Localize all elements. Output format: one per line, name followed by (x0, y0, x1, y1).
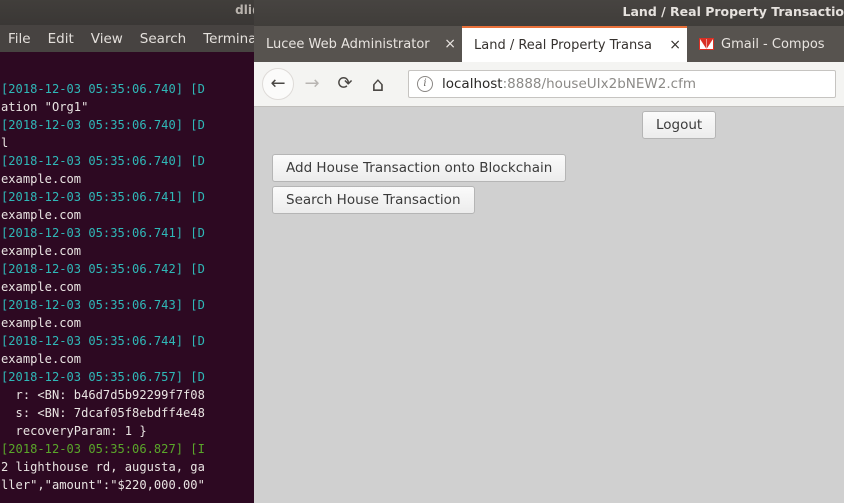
terminal-log-line: [2018-12-03 05:35:06.740] [D (1, 82, 205, 96)
address-bar[interactable]: i localhost:8888/houseUIx2bNEW2.cfm (408, 70, 836, 98)
add-house-transaction-button[interactable]: Add House Transaction onto Blockchain (272, 154, 567, 182)
forward-arrow-icon: → (304, 73, 320, 94)
terminal-log-line: [2018-12-03 05:35:06.744] [D (1, 334, 205, 348)
terminal-log-line: [2018-12-03 05:35:06.740] [D (1, 154, 205, 168)
browser-titlebar[interactable]: Land / Real Property Transactio (254, 0, 844, 27)
back-button[interactable]: ← (262, 68, 294, 100)
terminal-log-line: example.com (1, 244, 82, 258)
terminal-log-line: ation "Org1" (1, 100, 89, 114)
tab-lucee-web-administrator[interactable]: Lucee Web Administrator × (254, 26, 462, 62)
browser-tabstrip: Lucee Web Administrator × Land / Real Pr… (254, 26, 844, 62)
terminal-log-line: recoveryParam: 1 } (1, 424, 147, 438)
menu-item-search[interactable]: Search (140, 31, 186, 47)
gmail-icon (699, 38, 714, 50)
terminal-log-output[interactable]: [2018-12-03 05:35:06.740] [D ation "Org1"… (0, 52, 270, 503)
close-icon[interactable]: × (669, 38, 681, 52)
browser-window-title: Land / Real Property Transactio (622, 4, 844, 19)
terminal-log-line: r: <BN: b46d7d5b92299f7f08 (1, 388, 205, 402)
terminal-log-line: [2018-12-03 05:35:06.741] [D (1, 190, 205, 204)
terminal-log-line: example.com (1, 316, 82, 330)
terminal-log-line: 2 lighthouse rd, augusta, ga (1, 460, 205, 474)
menu-item-file[interactable]: File (8, 31, 31, 47)
reload-button[interactable]: ⟳ (330, 69, 360, 99)
url-host: localhost (442, 76, 503, 92)
terminal-log-line: s: <BN: 7dcaf05f8ebdff4e48 (1, 406, 205, 420)
terminal-log-line: example.com (1, 352, 82, 366)
terminal-log-line: [2018-12-03 05:35:06.743] [D (1, 298, 205, 312)
terminal-log-line: [2018-12-03 05:35:06.741] [D (1, 226, 205, 240)
terminal-log-line: example.com (1, 208, 82, 222)
back-arrow-icon: ← (270, 73, 286, 94)
browser-navigation-bar: ← → ⟳ ⌂ i localhost:8888/houseUIx2bNEW2.… (254, 62, 844, 107)
terminal-log-line: [2018-12-03 05:35:06.827] [I (1, 442, 205, 456)
menu-item-edit[interactable]: Edit (48, 31, 74, 47)
home-button[interactable]: ⌂ (363, 69, 393, 99)
logout-button[interactable]: Logout (642, 111, 717, 139)
menu-item-terminal[interactable]: Terminal (203, 31, 260, 47)
terminal-log-line: ller","amount":"$220,000.00" (1, 478, 205, 492)
terminal-log-line: [2018-12-03 05:35:06.740] [D (1, 118, 205, 132)
tab-land-real-property-transaction[interactable]: Land / Real Property Transa × (462, 26, 687, 62)
tab-gmail-compose[interactable]: Gmail - Compos (687, 26, 844, 62)
terminal-menubar: File Edit View Search Terminal H (0, 25, 270, 52)
terminal-window: dli@ File Edit View Search Terminal H [2… (0, 0, 270, 503)
menu-item-view[interactable]: View (91, 31, 123, 47)
home-icon: ⌂ (371, 72, 385, 96)
terminal-log-line: l (1, 136, 9, 150)
search-house-transaction-button[interactable]: Search House Transaction (272, 186, 475, 214)
tab-label: Gmail - Compos (721, 36, 825, 52)
terminal-log-line: example.com (1, 172, 82, 186)
terminal-log-line: [2018-12-03 05:35:06.757] [D (1, 370, 205, 384)
address-bar-text: localhost:8888/houseUIx2bNEW2.cfm (442, 76, 696, 92)
tab-label: Lucee Web Administrator (266, 36, 430, 52)
web-page-content: Logout Add House Transaction onto Blockc… (254, 107, 844, 503)
terminal-log-line: [2018-12-03 05:35:06.742] [D (1, 262, 205, 276)
info-icon[interactable]: i (417, 76, 433, 92)
terminal-log-line: example.com (1, 280, 82, 294)
tab-label: Land / Real Property Transa (474, 37, 652, 53)
forward-button[interactable]: → (297, 69, 327, 99)
terminal-titlebar[interactable]: dli@ (0, 0, 270, 26)
close-icon[interactable]: × (444, 37, 456, 51)
url-path: :8888/houseUIx2bNEW2.cfm (502, 76, 696, 92)
browser-window: Land / Real Property Transactio Lucee We… (254, 0, 844, 503)
reload-icon: ⟳ (337, 73, 353, 94)
